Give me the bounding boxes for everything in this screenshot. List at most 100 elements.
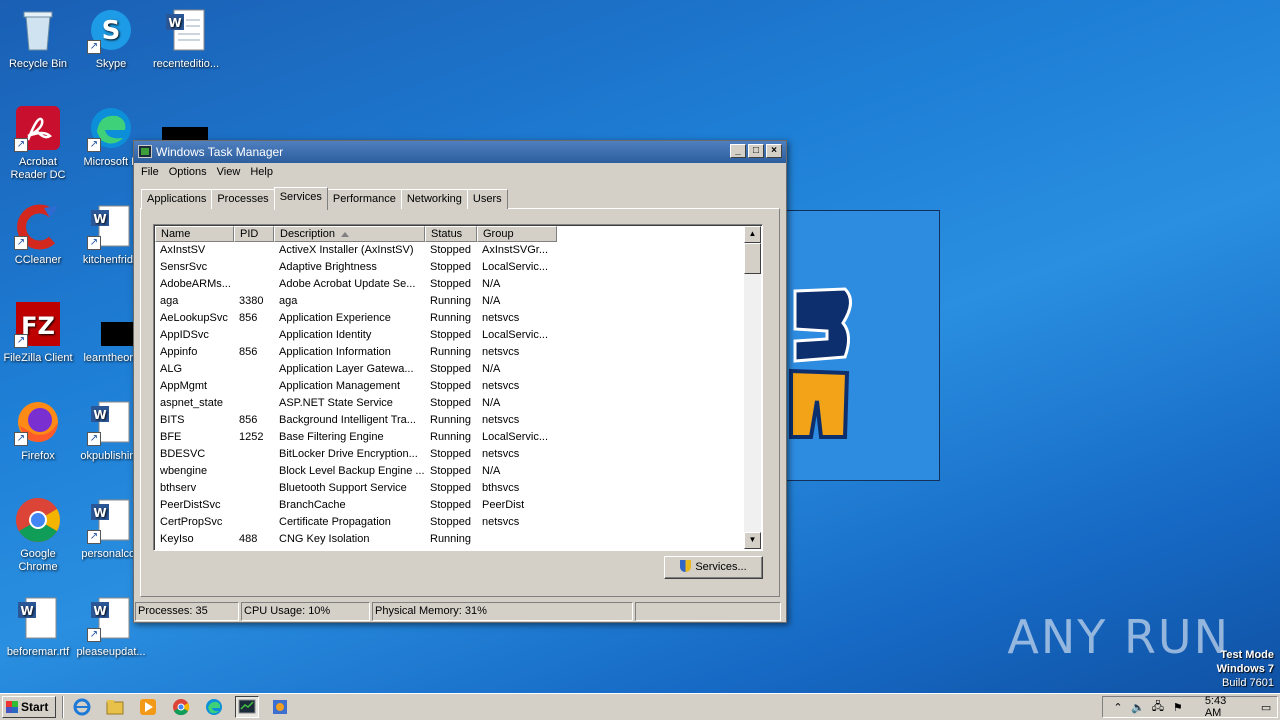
clock[interactable]: 5:43 AM <box>1205 695 1245 719</box>
tab-applications[interactable]: Applications <box>141 189 213 209</box>
table-row[interactable]: PeerDistSvc BranchCache Stopped PeerDist <box>155 497 739 514</box>
media-player-icon[interactable] <box>136 696 160 718</box>
close-button[interactable]: × <box>766 144 782 158</box>
status-bar: Processes: 35 CPU Usage: 10% Physical Me… <box>135 602 785 621</box>
column-header-description[interactable]: Description <box>274 226 425 242</box>
cell-name: ALG <box>160 363 183 375</box>
desktop-icon-ccleaner[interactable]: ↗ CCleaner <box>0 202 76 267</box>
start-button[interactable]: Start <box>2 696 56 718</box>
test-mode-text: Test Mode Windows 7 Build 7601 <box>1216 649 1274 689</box>
chrome-icon[interactable] <box>169 696 193 718</box>
shortcut-arrow-icon: ↗ <box>14 236 28 250</box>
show-desktop-icon[interactable]: ▭ <box>1257 701 1275 714</box>
cell-name: AxInstSV <box>160 244 206 256</box>
menu-file[interactable]: File <box>136 163 164 183</box>
scroll-down-button[interactable]: ▼ <box>744 532 761 549</box>
shortcut-arrow-icon: ↗ <box>14 138 28 152</box>
cell-description: Block Level Backup Engine ... <box>279 465 425 477</box>
cell-status: Stopped <box>430 363 471 375</box>
table-row[interactable]: AppMgmt Application Management Stopped nets… <box>155 378 739 395</box>
minimize-button[interactable]: _ <box>730 144 746 158</box>
desktop-icon-filezilla[interactable]: FZ ↗ FileZilla Client <box>0 300 76 365</box>
tab-users[interactable]: Users <box>466 189 508 209</box>
paint-icon[interactable] <box>268 696 292 718</box>
cell-name: BDESVC <box>160 448 206 460</box>
maximize-button[interactable]: □ <box>748 144 764 158</box>
cell-group: N/A <box>482 295 501 307</box>
scroll-up-button[interactable]: ▲ <box>744 226 761 243</box>
desktop-icon-beforemar[interactable]: W beforemar.rtf <box>0 594 76 659</box>
svg-text:W: W <box>93 212 106 226</box>
task-manager-icon[interactable] <box>235 696 259 718</box>
desktop-icon-recenteditio[interactable]: W recenteditio... <box>148 6 224 71</box>
table-row[interactable]: aga 3380 aga Running N/A <box>155 293 739 310</box>
shortcut-arrow-icon: ↗ <box>87 40 101 54</box>
desktop-icon-recycle-bin[interactable]: Recycle Bin <box>0 6 76 71</box>
services-list[interactable]: Name PID Description Status Group AxInst… <box>153 224 763 551</box>
word-document-icon: W ↗ <box>87 594 135 642</box>
cell-name: PeerDistSvc <box>160 499 221 511</box>
tab-performance[interactable]: Performance <box>326 189 402 209</box>
cell-pid <box>234 446 274 463</box>
volume-icon[interactable]: 🔈 <box>1129 701 1147 714</box>
shortcut-arrow-icon: ↗ <box>14 432 28 446</box>
cell-pid <box>234 259 274 276</box>
menu-options[interactable]: Options <box>164 163 212 183</box>
menu-help[interactable]: Help <box>245 163 278 183</box>
edge-icon[interactable] <box>202 696 226 718</box>
table-row[interactable]: Appinfo 856 Application Information Running… <box>155 344 739 361</box>
background-app-window[interactable] <box>786 210 940 481</box>
services-button[interactable]: Services... <box>664 556 763 579</box>
cell-name: AppMgmt <box>160 380 208 392</box>
menu-view[interactable]: View <box>212 163 246 183</box>
desktop-icon-skype[interactable]: S ↗ Skype <box>73 6 149 71</box>
column-header-pid[interactable]: PID <box>234 226 274 242</box>
table-row[interactable]: AeLookupSvc 856 Application Experience Runn… <box>155 310 739 327</box>
table-row[interactable]: BITS 856 Background Intelligent Tra... Runn… <box>155 412 739 429</box>
column-header-group[interactable]: Group <box>477 226 557 242</box>
tab-networking[interactable]: Networking <box>400 189 468 209</box>
cell-status: Running <box>430 346 471 358</box>
cell-name: aspnet_state <box>160 397 223 409</box>
table-row[interactable]: SensrSvc Adaptive Brightness Stopped LocalS… <box>155 259 739 276</box>
desktop-icon-firefox[interactable]: ↗ Firefox <box>0 398 76 463</box>
cell-status: Running <box>430 295 471 307</box>
task-manager-window[interactable]: Windows Task Manager _ □ × File Options … <box>133 140 787 623</box>
desktop-icon-acrobat[interactable]: ↗ Acrobat Reader DC <box>0 104 76 182</box>
cell-description: Application Information <box>279 346 391 358</box>
table-row[interactable]: CertPropSvc Certificate Propagation Stoppe… <box>155 514 739 531</box>
tab-services[interactable]: Services <box>273 187 328 210</box>
svg-text:W: W <box>20 604 33 618</box>
menu-bar: File Options View Help <box>134 163 786 183</box>
table-row[interactable]: KeyIso 488 CNG Key Isolation Running <box>155 531 739 548</box>
cell-description: Adobe Acrobat Update Se... <box>279 278 416 290</box>
table-row[interactable]: ALG Application Layer Gatewa... Stopped N/A <box>155 361 739 378</box>
network-icon[interactable]: 🖧 <box>1149 698 1167 717</box>
cell-description: ASP.NET State Service <box>279 397 393 409</box>
show-hidden-icons-icon[interactable]: ⌃ <box>1109 701 1127 714</box>
ie-icon[interactable] <box>70 696 94 718</box>
table-row[interactable]: bthserv Bluetooth Support Service Stopped b… <box>155 480 739 497</box>
vertical-scrollbar[interactable]: ▲ ▼ <box>744 226 761 549</box>
cell-pid <box>234 242 274 259</box>
table-row[interactable]: AdobeARMs... Adobe Acrobat Update Se... St… <box>155 276 739 293</box>
desktop-icon-chrome[interactable]: Google Chrome <box>0 496 76 574</box>
table-row[interactable]: BFE 1252 Base Filtering Engine Running Local… <box>155 429 739 446</box>
cell-name: AppIDSvc <box>160 329 209 341</box>
word-document-icon: W ↗ <box>87 496 135 544</box>
table-row[interactable]: aspnet_state ASP.NET State Service Stopped… <box>155 395 739 412</box>
status-cpu: CPU Usage: 10% <box>241 602 370 621</box>
column-header-status[interactable]: Status <box>425 226 477 242</box>
action-center-flag-icon[interactable]: ⚑ <box>1169 701 1187 714</box>
table-row[interactable]: AppIDSvc Application Identity Stopped Local… <box>155 327 739 344</box>
tab-processes[interactable]: Processes <box>211 189 275 209</box>
column-header-name[interactable]: Name <box>155 226 234 242</box>
table-row[interactable]: BDESVC BitLocker Drive Encryption... Stopp… <box>155 446 739 463</box>
explorer-icon[interactable] <box>103 696 127 718</box>
title-bar[interactable]: Windows Task Manager _ □ × <box>134 141 786 163</box>
table-row[interactable]: wbengine Block Level Backup Engine ... Sto… <box>155 463 739 480</box>
table-row[interactable]: AxInstSV ActiveX Installer (AxInstSV) Stop… <box>155 242 739 259</box>
skype-icon: S ↗ <box>87 6 135 54</box>
word-document-icon: W ↗ <box>87 398 135 446</box>
scroll-thumb[interactable] <box>744 243 761 274</box>
